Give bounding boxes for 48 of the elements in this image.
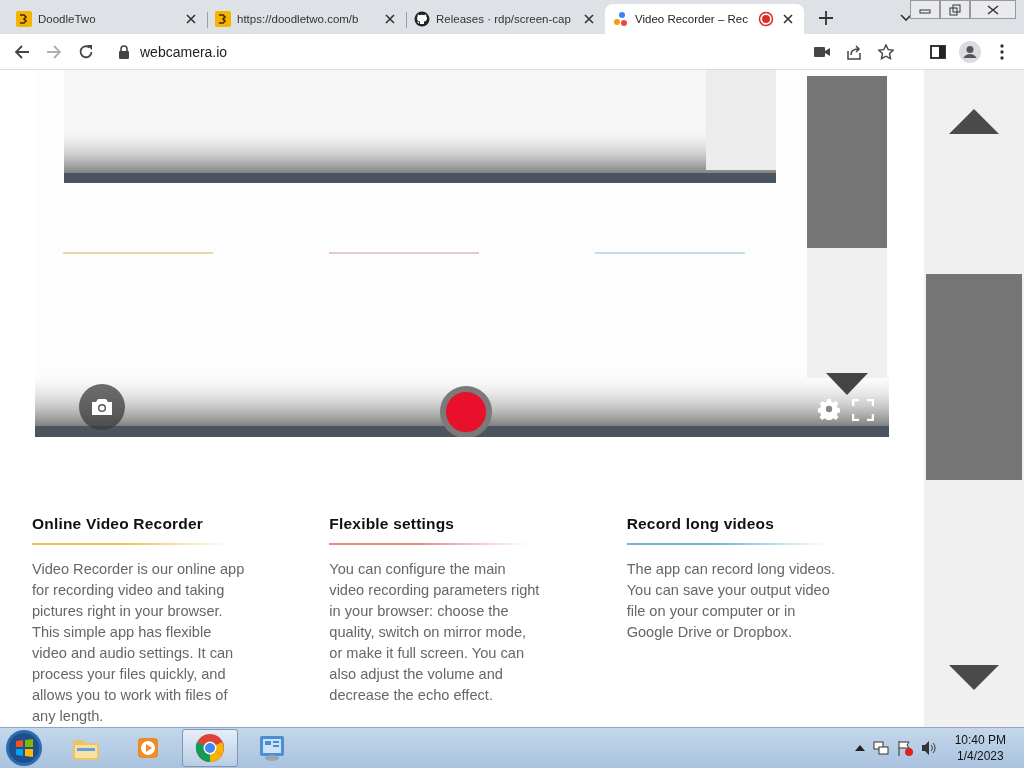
clock[interactable]: 10:40 PM 1/4/2023 xyxy=(954,732,1006,764)
plus-icon xyxy=(818,10,834,26)
side-panel-icon xyxy=(930,43,946,60)
chrome-icon xyxy=(195,733,225,763)
feature-text: Video Recorder is our online app for recording video and taking pictures right in your browser. This simple app has flexible video and audio settings. It can process your files quickly, and allows you to work with files of any length. xyxy=(32,560,246,726)
doodle-logo-icon xyxy=(16,11,32,27)
flag-icon[interactable] xyxy=(896,740,913,756)
dots-logo-icon xyxy=(613,11,629,27)
network-icon[interactable] xyxy=(872,740,889,756)
doodle-logo-icon xyxy=(215,11,231,27)
address-bar[interactable]: webcamera.io xyxy=(108,37,800,66)
clock-date: 1/4/2023 xyxy=(956,748,1004,764)
lock-icon xyxy=(118,44,130,59)
feature-heading: Online Video Recorder xyxy=(32,515,204,533)
feature-text: The app can record long videos. You can save your output video file on your computer or in Google Drive or Dropbox. xyxy=(626,560,837,642)
caret-icon[interactable] xyxy=(854,744,865,752)
browser-tab[interactable]: DoodleTwo xyxy=(8,4,207,34)
media-player-icon xyxy=(135,735,161,761)
camera-icon xyxy=(91,398,113,416)
browser-tab[interactable]: Releases · rdp/screen-cap xyxy=(406,4,605,34)
control-panel-icon xyxy=(257,734,287,762)
down-triangle-icon[interactable] xyxy=(826,373,868,395)
down-arrow-icon[interactable] xyxy=(949,665,999,690)
forward-icon xyxy=(46,43,62,60)
restore-button[interactable] xyxy=(940,0,970,19)
video-camera-icon xyxy=(814,45,830,58)
menu-icon xyxy=(1000,43,1004,60)
volume-icon[interactable] xyxy=(920,740,937,756)
avatar-icon xyxy=(959,40,981,63)
clock-time: 10:40 PM xyxy=(954,732,1006,748)
restore-icon xyxy=(949,3,961,16)
browser-tab[interactable]: Video Recorder – Rec xyxy=(605,4,804,34)
start-button[interactable] xyxy=(4,728,44,768)
feature-heading: Record long videos xyxy=(626,515,776,533)
scrollbar[interactable] xyxy=(924,70,1024,727)
feature-text: You can configure the main video recording parameters right in your browser: choose the quality, switch on mirror mode, or make it full screen. You can also adjust the volume and decrease the echo effect. xyxy=(329,560,541,705)
star-icon xyxy=(878,43,894,60)
back-icon xyxy=(14,43,30,60)
reload-icon xyxy=(78,43,94,60)
github-logo-icon xyxy=(414,11,430,27)
browser-tab[interactable]: https://doodletwo.com/b xyxy=(207,4,406,34)
up-arrow-icon[interactable] xyxy=(949,109,999,134)
close-window-button[interactable] xyxy=(970,0,1016,19)
share-icon xyxy=(846,43,862,60)
feature-heading: Flexible settings xyxy=(329,515,456,533)
taskbar-button[interactable] xyxy=(182,729,238,767)
scrollbar-thumb[interactable] xyxy=(926,274,1022,480)
close-icon xyxy=(987,4,999,15)
